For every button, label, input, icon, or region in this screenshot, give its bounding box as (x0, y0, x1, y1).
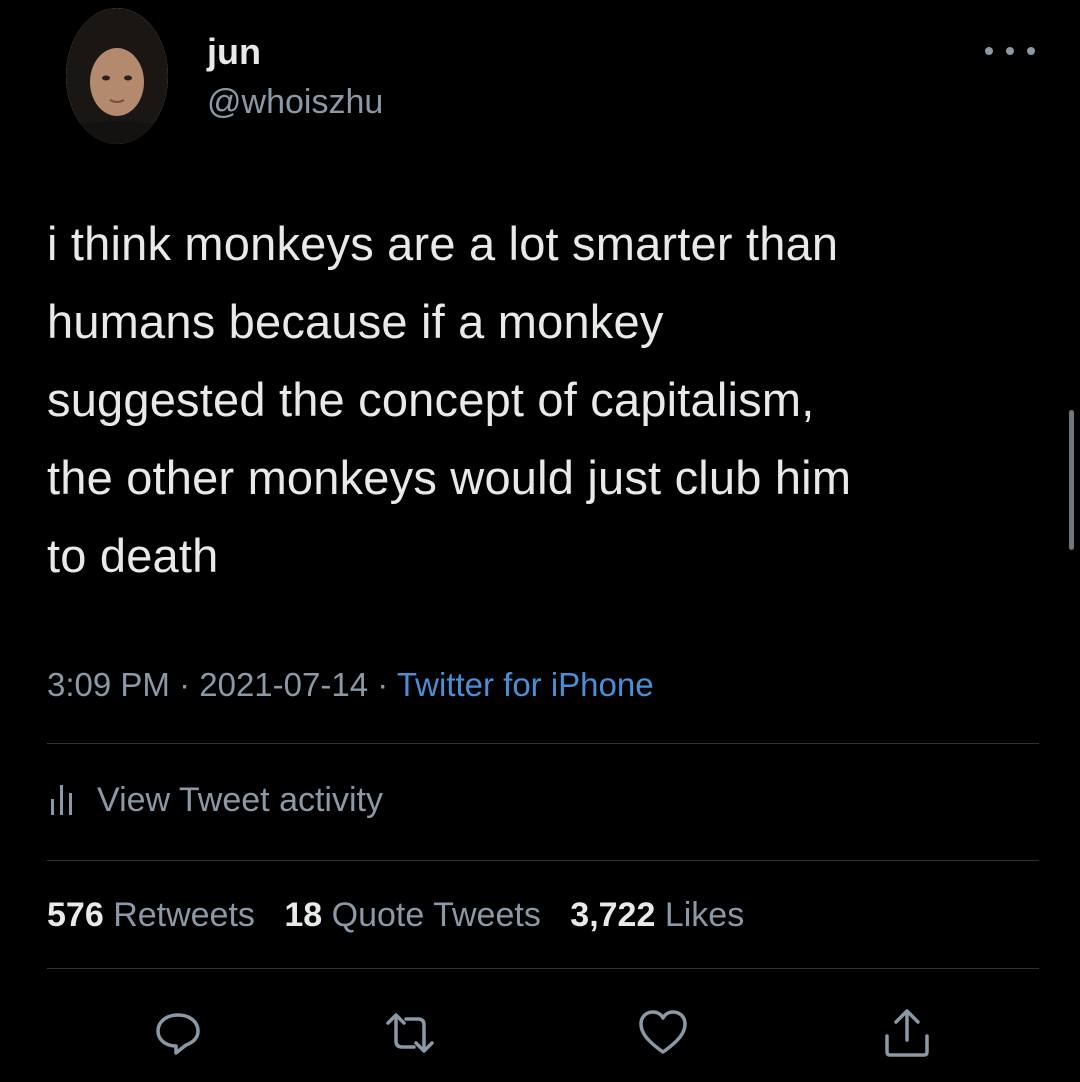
meta-separator: · (377, 666, 389, 703)
tweet-date[interactable]: 2021-07-14 (199, 666, 368, 703)
view-tweet-activity-label: View Tweet activity (97, 780, 383, 819)
divider (47, 860, 1039, 861)
likes-label: Likes (664, 896, 745, 934)
share-icon (885, 1009, 929, 1057)
quote-tweets-label: Quote Tweets (331, 896, 541, 934)
user-handle[interactable]: @whoiszhu (207, 80, 383, 124)
user-display-name[interactable]: jun (207, 30, 261, 74)
likes-stat[interactable]: 3,722 Likes (570, 896, 744, 934)
reply-button[interactable] (148, 1003, 208, 1063)
tweet-text-line: i think monkeys are a lot smarter than (47, 217, 839, 270)
scrollbar[interactable] (1069, 410, 1074, 550)
like-button[interactable] (633, 1003, 693, 1063)
tweet-text-line: humans because if a monkey (47, 295, 664, 348)
tweet-text: i think monkeys are a lot smarter than h… (47, 205, 1057, 595)
tweet-metadata: 3:09 PM · 2021-07-14 · Twitter for iPhon… (47, 660, 654, 710)
avatar[interactable] (66, 8, 168, 144)
tweet-text-line: to death (47, 529, 219, 582)
tweet-text-line: the other monkeys would just club him (47, 451, 852, 504)
view-tweet-activity-button[interactable]: View Tweet activity (47, 775, 383, 825)
tweet-time[interactable]: 3:09 PM (47, 666, 170, 703)
tweet-detail: jun @whoiszhu i think monkeys are a lot … (0, 0, 1080, 1082)
tweet-stats: 576 Retweets 18 Quote Tweets 3,722 Likes (47, 890, 764, 940)
bar-chart-icon (51, 785, 72, 815)
more-dot (1027, 47, 1035, 55)
share-button[interactable] (877, 1003, 937, 1063)
likes-count: 3,722 (570, 896, 656, 934)
tweet-source-link[interactable]: Twitter for iPhone (397, 666, 654, 703)
more-dot (1006, 47, 1014, 55)
divider (47, 968, 1039, 969)
quote-tweets-stat[interactable]: 18 Quote Tweets (284, 896, 540, 934)
tweet-actions-bar (0, 1003, 1080, 1063)
retweets-count: 576 (47, 896, 104, 934)
reply-icon (156, 1013, 200, 1055)
retweets-stat[interactable]: 576 Retweets (47, 896, 255, 934)
avatar-photo (66, 8, 168, 144)
retweets-label: Retweets (113, 896, 255, 934)
divider (47, 743, 1039, 744)
retweet-icon (386, 1013, 434, 1053)
tweet-text-line: suggested the concept of capitalism, (47, 373, 815, 426)
retweet-button[interactable] (380, 1003, 440, 1063)
more-options-icon[interactable] (985, 36, 1035, 66)
meta-separator: · (179, 666, 191, 703)
quote-tweets-count: 18 (284, 896, 323, 934)
more-dot (985, 47, 993, 55)
like-icon (639, 1010, 687, 1054)
